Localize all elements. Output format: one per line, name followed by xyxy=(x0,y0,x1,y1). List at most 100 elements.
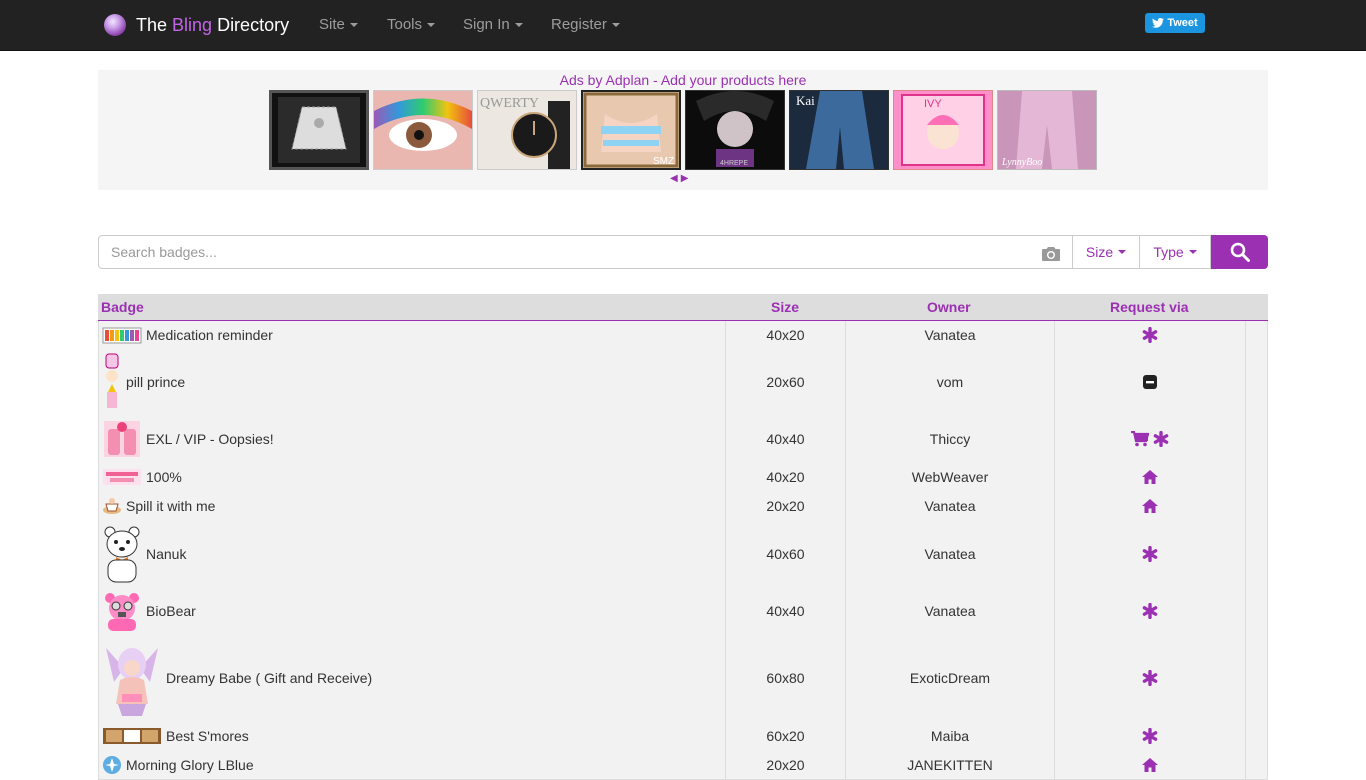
shopping-cart-icon[interactable] xyxy=(1131,430,1149,447)
owner-cell[interactable]: Thiccy xyxy=(845,415,1054,462)
table-row: BioBear 40x40 Vanatea xyxy=(98,587,1268,635)
crystal-ball-logo-icon xyxy=(104,14,126,36)
ad-thumb-text-kai: Kai xyxy=(796,93,815,108)
owner-cell[interactable]: Vanatea xyxy=(845,587,1054,634)
owner-cell[interactable]: ExoticDream xyxy=(845,634,1054,721)
menu-register-label: Register xyxy=(551,16,607,33)
ad-thumb-top[interactable]: SMZ xyxy=(581,90,681,170)
home-icon[interactable] xyxy=(1142,757,1158,773)
badge-name[interactable]: pill prince xyxy=(126,374,185,390)
ad-thumb-goth-avatar[interactable]: 4HREPE xyxy=(685,90,785,170)
skirt-product-icon xyxy=(278,97,360,163)
tweet-label: Tweet xyxy=(1167,17,1198,29)
table-row: pill prince 20x60 vom xyxy=(98,349,1268,416)
home-icon[interactable] xyxy=(1142,498,1158,514)
tweet-button[interactable]: Tweet xyxy=(1145,13,1205,33)
size-cell: 40x20 xyxy=(725,462,845,491)
badge-name[interactable]: Medication reminder xyxy=(146,327,273,343)
badge-name[interactable]: BioBear xyxy=(146,603,196,619)
polar-bear-badge-icon[interactable] xyxy=(102,524,142,584)
owner-cell[interactable]: JANEKITTEN xyxy=(845,750,1054,779)
request-cell xyxy=(1054,634,1246,721)
menu-site[interactable]: Site xyxy=(319,16,358,33)
badge-name[interactable]: Nanuk xyxy=(146,546,186,562)
caret-down-icon xyxy=(427,23,436,28)
header-badge[interactable]: Badge xyxy=(101,299,144,315)
pill-prince-badge-icon[interactable] xyxy=(102,352,122,412)
brand-link[interactable]: The Bling Directory xyxy=(104,13,289,37)
asterisk-icon[interactable] xyxy=(1142,327,1158,343)
ad-thumb-pink-pants[interactable]: LynnyBoo xyxy=(997,90,1097,170)
ad-next-arrow-icon[interactable]: ▶ xyxy=(681,173,692,184)
ad-title-link[interactable]: Ads by Adplan - Add your products here xyxy=(98,72,1268,88)
asterisk-icon[interactable] xyxy=(1142,727,1158,744)
size-cell: 60x80 xyxy=(725,634,845,721)
smores-badge-icon[interactable] xyxy=(102,726,162,746)
vip-oopsies-badge-icon[interactable] xyxy=(102,419,142,459)
ad-thumb-ivy-badge[interactable]: IVY xyxy=(893,90,993,170)
size-cell: 20x60 xyxy=(725,349,845,415)
caret-down-icon xyxy=(1188,250,1197,254)
owner-cell[interactable]: vom xyxy=(845,349,1054,415)
type-filter-dropdown[interactable]: Type xyxy=(1140,235,1211,269)
table-row: Best S'mores 60x20 Maiba xyxy=(98,721,1268,751)
navbar: The Bling Directory Site Tools Sign In R… xyxy=(0,0,1366,51)
minus-square-icon[interactable] xyxy=(1142,374,1158,390)
asterisk-icon[interactable] xyxy=(1142,669,1158,686)
menu-tools[interactable]: Tools xyxy=(387,16,436,33)
size-cell: 60x20 xyxy=(725,721,845,750)
pill-organizer-badge-icon[interactable] xyxy=(102,325,142,345)
request-cell xyxy=(1054,462,1246,491)
request-cell xyxy=(1054,721,1246,750)
badge-name[interactable]: Morning Glory LBlue xyxy=(126,757,254,773)
dreamy-babe-badge-icon[interactable] xyxy=(102,638,162,718)
asterisk-icon[interactable] xyxy=(1142,545,1158,562)
menu-register[interactable]: Register xyxy=(551,16,620,33)
ad-thumb-skirt[interactable] xyxy=(269,90,369,170)
search-button[interactable] xyxy=(1211,235,1268,269)
badge-cell: Nanuk xyxy=(99,520,725,587)
owner-cell[interactable]: Vanatea xyxy=(845,520,1054,587)
ad-thumb-text-qwerty: QWERTY xyxy=(480,96,539,111)
header-size[interactable]: Size xyxy=(771,299,799,315)
owner-cell[interactable]: Vanatea xyxy=(845,321,1054,349)
size-cell: 20x20 xyxy=(725,491,845,520)
size-filter-dropdown[interactable]: Size xyxy=(1073,235,1140,269)
ad-thumb-eye-makeup[interactable] xyxy=(373,90,473,170)
menu-site-label: Site xyxy=(319,16,345,33)
badge-name[interactable]: Spill it with me xyxy=(126,498,215,514)
table-row: Medication reminder 40x20 Vanatea xyxy=(98,321,1268,350)
owner-cell[interactable]: Vanatea xyxy=(845,491,1054,520)
goth-avatar-product-icon: 4HREPE xyxy=(686,91,784,169)
badge-cell: Spill it with me xyxy=(99,491,725,520)
tea-cup-badge-icon[interactable] xyxy=(102,496,122,516)
menu-tools-label: Tools xyxy=(387,16,423,33)
badge-name[interactable]: EXL / VIP - Oopsies! xyxy=(146,431,274,447)
bio-bear-badge-icon[interactable] xyxy=(102,591,142,631)
hundred-percent-badge-icon[interactable] xyxy=(102,467,142,487)
asterisk-icon[interactable] xyxy=(1142,602,1158,619)
ad-prev-arrow-icon[interactable]: ◀ xyxy=(670,173,681,184)
badge-name[interactable]: Best S'mores xyxy=(166,728,249,744)
menu-sign-in[interactable]: Sign In xyxy=(463,16,523,33)
badge-name[interactable]: Dreamy Babe ( Gift and Receive) xyxy=(166,670,372,686)
request-cell xyxy=(1054,587,1246,634)
ad-thumb-text-smz: SMZ xyxy=(653,156,674,167)
morning-glory-badge-icon[interactable] xyxy=(102,755,122,775)
search-input[interactable] xyxy=(111,236,1031,268)
ad-thumb-watch[interactable]: QWERTY xyxy=(477,90,577,170)
owner-cell[interactable]: Maiba xyxy=(845,721,1054,750)
eye-makeup-product-icon xyxy=(374,91,472,169)
home-icon[interactable] xyxy=(1142,469,1158,485)
size-filter-label: Size xyxy=(1085,244,1114,260)
size-cell: 40x40 xyxy=(725,587,845,634)
header-request-via[interactable]: Request via xyxy=(1110,299,1189,315)
owner-cell[interactable]: WebWeaver xyxy=(845,462,1054,491)
badge-name[interactable]: 100% xyxy=(146,469,182,485)
pink-pants-product-icon: LynnyBoo xyxy=(998,91,1096,169)
camera-icon[interactable] xyxy=(1042,246,1060,261)
size-cell: 20x20 xyxy=(725,750,845,779)
ad-thumb-jeans[interactable]: Kai xyxy=(789,90,889,170)
asterisk-icon[interactable] xyxy=(1153,430,1169,447)
header-owner[interactable]: Owner xyxy=(927,299,971,315)
